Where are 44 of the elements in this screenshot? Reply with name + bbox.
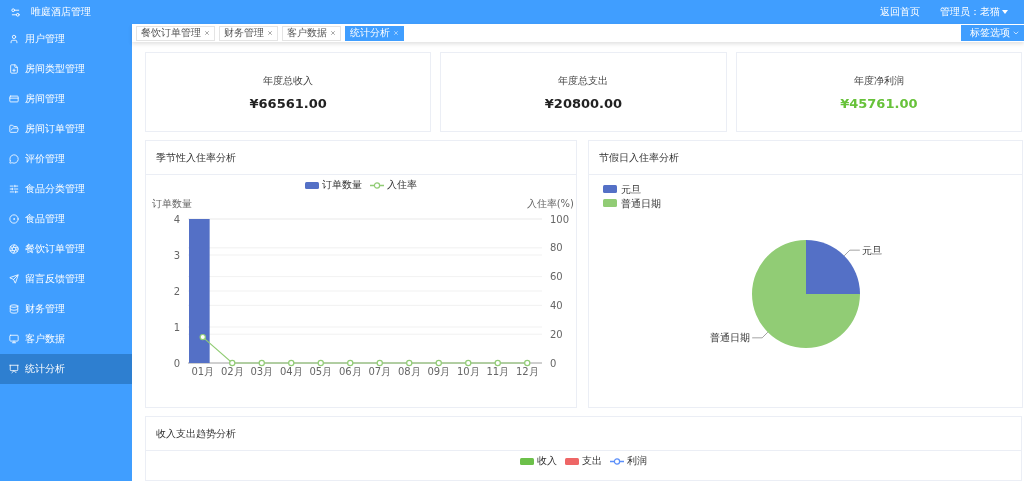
card-title: 节假日入住率分析 bbox=[599, 150, 679, 165]
axis-tick-label: 20 bbox=[550, 328, 563, 340]
stat-value: ¥66561.00 bbox=[249, 95, 327, 111]
axis-tick-label: 60 bbox=[550, 271, 563, 283]
axis-tick-label: 04月 bbox=[279, 366, 303, 377]
axis-tick-label: 09月 bbox=[427, 366, 451, 377]
app-title: 唯庭酒店管理 bbox=[31, 5, 91, 19]
legend-label: 普通日期 bbox=[621, 198, 661, 209]
axis-tick-label: 08月 bbox=[397, 366, 421, 377]
axis-title: 入住率(%) bbox=[526, 198, 574, 209]
axis-tick-label: 4 bbox=[173, 213, 180, 225]
axis-tick-label: 3 bbox=[173, 249, 180, 261]
axis-tick-label: 03月 bbox=[250, 366, 274, 377]
axis-tick-label: 05月 bbox=[309, 366, 333, 377]
stat-label: 年度总收入 bbox=[263, 73, 314, 88]
card-title: 季节性入住率分析 bbox=[156, 150, 236, 165]
axis-tick-label: 10月 bbox=[456, 366, 480, 377]
axis-tick-label: 11月 bbox=[486, 366, 510, 377]
stat-value: ¥45761.00 bbox=[840, 95, 918, 111]
slice-label: 元旦 bbox=[861, 244, 882, 256]
legend-label: 支出 bbox=[582, 454, 602, 468]
stat-label: 年度总支出 bbox=[558, 73, 609, 88]
card-title: 收入支出趋势分析 bbox=[156, 426, 236, 441]
axis-tick-label: 0 bbox=[173, 357, 180, 369]
legend-label: 收入 bbox=[537, 454, 557, 468]
axis-tick-label: 07月 bbox=[368, 366, 392, 377]
legend-label: 入住率 bbox=[387, 178, 417, 192]
axis-tick-label: 40 bbox=[550, 299, 563, 311]
axis-tick-label: 02月 bbox=[220, 366, 244, 377]
axis-tick-label: 1 bbox=[173, 321, 180, 333]
slice-label: 普通日期 bbox=[710, 332, 751, 344]
legend-label: 订单数量 bbox=[322, 178, 362, 192]
axis-tick-label: 80 bbox=[550, 242, 563, 254]
axis-tick-label: 01月 bbox=[191, 366, 215, 377]
axis-tick-label: 12月 bbox=[515, 366, 539, 377]
axis-tick-label: 0 bbox=[550, 357, 557, 369]
legend-label: 利润 bbox=[627, 454, 647, 468]
legend-label: 元旦 bbox=[621, 184, 641, 195]
stat-label: 年度净利润 bbox=[853, 73, 904, 88]
axis-title: 订单数量 bbox=[152, 198, 192, 209]
stat-value: ¥20800.00 bbox=[544, 95, 623, 111]
axis-tick-label: 2 bbox=[173, 285, 180, 297]
axis-tick-label: 06月 bbox=[338, 366, 362, 377]
axis-tick-label: 100 bbox=[550, 213, 570, 225]
